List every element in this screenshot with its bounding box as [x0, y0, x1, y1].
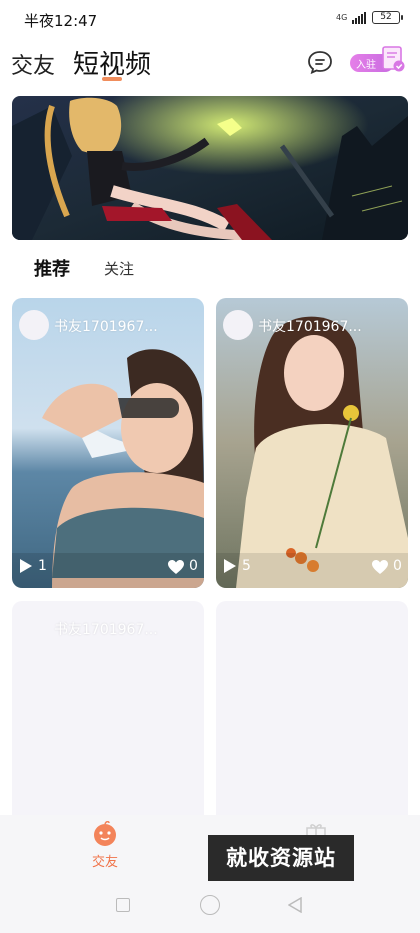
tab-short-video[interactable]: 短视频: [73, 44, 151, 81]
video-card[interactable]: 书友1701967... 1 0: [12, 298, 204, 588]
video-thumbnail: [12, 298, 204, 588]
avatar[interactable]: [223, 310, 253, 340]
video-card[interactable]: [216, 601, 408, 831]
play-icon: [224, 559, 236, 573]
battery-icon: 52: [372, 11, 403, 24]
tab-recommend[interactable]: 推荐: [34, 255, 70, 281]
status-time: 半夜12:47: [24, 12, 98, 30]
tab-active-indicator: [102, 77, 122, 81]
message-icon[interactable]: [307, 50, 333, 74]
bottom-nav: 交友 就收资源站: [0, 815, 420, 933]
tab-friends[interactable]: 交友: [11, 48, 55, 80]
back-icon[interactable]: [288, 897, 302, 913]
like-count: 0: [393, 558, 402, 574]
signal-icon: [352, 11, 366, 24]
like-count: 0: [189, 558, 198, 574]
status-indicators: 4G 52: [336, 11, 403, 24]
document-icon: [382, 46, 405, 72]
tab-follow[interactable]: 关注: [104, 258, 134, 279]
nav-friends-label[interactable]: 交友: [92, 851, 118, 870]
avatar[interactable]: [19, 310, 49, 340]
watermark: 就收资源站: [208, 835, 354, 881]
username[interactable]: 书友1701967...: [258, 316, 362, 336]
video-card[interactable]: 书友1701967... 5 0: [216, 298, 408, 588]
heart-icon[interactable]: [371, 559, 389, 575]
play-icon: [20, 559, 32, 573]
video-thumbnail: [216, 298, 408, 588]
heart-icon[interactable]: [167, 559, 185, 575]
username[interactable]: 书友1701967...: [54, 619, 158, 639]
banner-image[interactable]: [12, 96, 408, 240]
network-label: 4G: [336, 12, 348, 22]
username[interactable]: 书友1701967...: [54, 316, 158, 336]
top-header: 交友 短视频 入驻: [0, 36, 420, 86]
friends-nav-icon[interactable]: [92, 821, 118, 847]
home-icon[interactable]: [200, 895, 220, 915]
status-bar: 半夜12:47 4G 52: [0, 0, 420, 36]
video-card[interactable]: 书友1701967...: [12, 601, 204, 831]
join-label: 入驻: [356, 60, 376, 71]
play-count: 5: [242, 558, 251, 574]
play-count: 1: [38, 558, 47, 574]
recent-apps-icon[interactable]: [116, 898, 130, 912]
